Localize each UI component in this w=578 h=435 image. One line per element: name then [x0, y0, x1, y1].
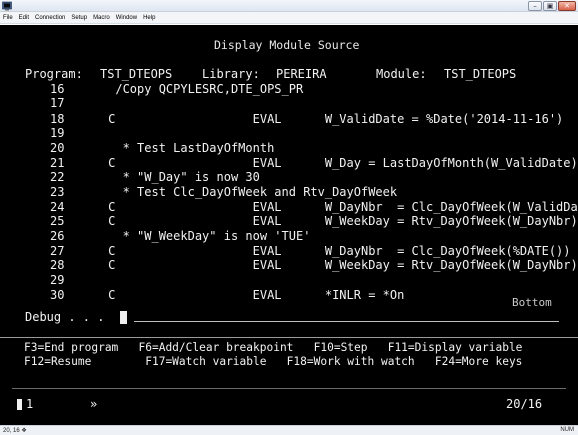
- line-number: 21: [50, 156, 65, 170]
- text-cursor: [120, 311, 127, 324]
- source-line: * "W_WeekDay" is now 'TUE': [72, 229, 311, 243]
- source-line: * Test Clc_DayOfWeek and Rtv_DayOfWeek: [72, 185, 398, 199]
- source-line: C EVAL W_Day = LastDayOfMonth(W_ValidDat…: [72, 156, 578, 170]
- line-number: 30: [50, 288, 65, 302]
- menu-edit[interactable]: Edit: [19, 15, 29, 21]
- function-keys-row-1[interactable]: F3=End program F6=Add/Clear breakpoint F…: [24, 341, 522, 355]
- menu-help[interactable]: Help: [143, 15, 155, 21]
- function-keys-row-2[interactable]: F12=Resume F17=Watch variable F18=Work w…: [24, 355, 522, 369]
- line-number: 19: [50, 126, 65, 140]
- source-line: C EVAL W_WeekDay = Rtv_DayOfWeek(W_DayNb…: [72, 258, 578, 272]
- menu-macro[interactable]: Macro: [93, 15, 110, 21]
- menu-setup[interactable]: Setup: [71, 15, 87, 21]
- session-cursor: [17, 399, 22, 410]
- debug-label: Debug . . .: [25, 310, 105, 324]
- restore-button[interactable]: ▣: [543, 1, 557, 11]
- source-line: C EVAL W_ValidDate = %Date('2014-11-16'): [72, 112, 564, 126]
- connection-icon: ❖: [21, 428, 27, 434]
- source-line: * "W_Day" is now 30: [72, 170, 260, 184]
- module-value: TST_DTEOPS: [444, 67, 517, 81]
- line-number: 18: [50, 112, 65, 126]
- menu-file[interactable]: File: [3, 15, 13, 21]
- source-line: C EVAL *INLR = *On: [72, 288, 405, 302]
- menu-bar: File Edit Connection Setup Macro Window …: [0, 12, 578, 24]
- library-label: Library:: [202, 67, 260, 81]
- numlock-indicator: NUM: [560, 427, 574, 433]
- source-line: C EVAL W_DayNbr = Clc_DayOfWeek(W_ValidD…: [72, 200, 578, 214]
- bottom-indicator: Bottom: [512, 296, 552, 309]
- terminal-emulator-icon[interactable]: [2, 1, 12, 11]
- minimize-button[interactable]: –: [528, 1, 542, 11]
- source-line: /Copy QCPYLESRC,DTE_OPS_PR: [72, 82, 304, 96]
- source-line: * Test LastDayOfMonth: [72, 141, 275, 155]
- status-bar: 20, 16 ❖ NUM: [0, 425, 578, 435]
- line-number: 16: [50, 82, 65, 96]
- library-value: PEREIRA: [276, 67, 327, 81]
- window-titlebar: – ▣ ✕: [0, 0, 578, 12]
- line-number: 28: [50, 258, 65, 272]
- session-arrow: »: [90, 397, 98, 411]
- program-value: TST_DTEOPS: [100, 67, 173, 81]
- source-line: C EVAL W_WeekDay = Rtv_DayOfWeek(W_DayNb…: [72, 214, 578, 228]
- session-number: 1: [26, 397, 34, 411]
- debug-input-underline: [134, 321, 559, 322]
- status-position-text: 20, 16: [3, 428, 20, 434]
- divider: [0, 337, 578, 338]
- line-number: 22: [50, 170, 65, 184]
- source-line: C EVAL W_DayNbr = Clc_DayOfWeek(%DATE()): [72, 244, 571, 258]
- line-number: 26: [50, 229, 65, 243]
- line-number: 17: [50, 96, 65, 110]
- line-number: 23: [50, 185, 65, 199]
- screen-title: Display Module Source: [214, 38, 360, 52]
- menu-window[interactable]: Window: [116, 15, 137, 21]
- terminal-screen[interactable]: Display Module Source Program: TST_DTEOP…: [0, 25, 578, 425]
- line-number: 29: [50, 273, 65, 287]
- line-number: 24: [50, 200, 65, 214]
- program-label: Program:: [25, 67, 83, 81]
- status-position: 20, 16 ❖: [3, 427, 27, 434]
- line-number: 20: [50, 141, 65, 155]
- divider: [12, 388, 566, 389]
- line-number: 27: [50, 244, 65, 258]
- line-number: 25: [50, 214, 65, 228]
- module-label: Module:: [376, 67, 427, 81]
- cursor-position: 20/16: [506, 397, 543, 411]
- menu-connection[interactable]: Connection: [35, 15, 65, 21]
- close-button[interactable]: ✕: [558, 1, 576, 11]
